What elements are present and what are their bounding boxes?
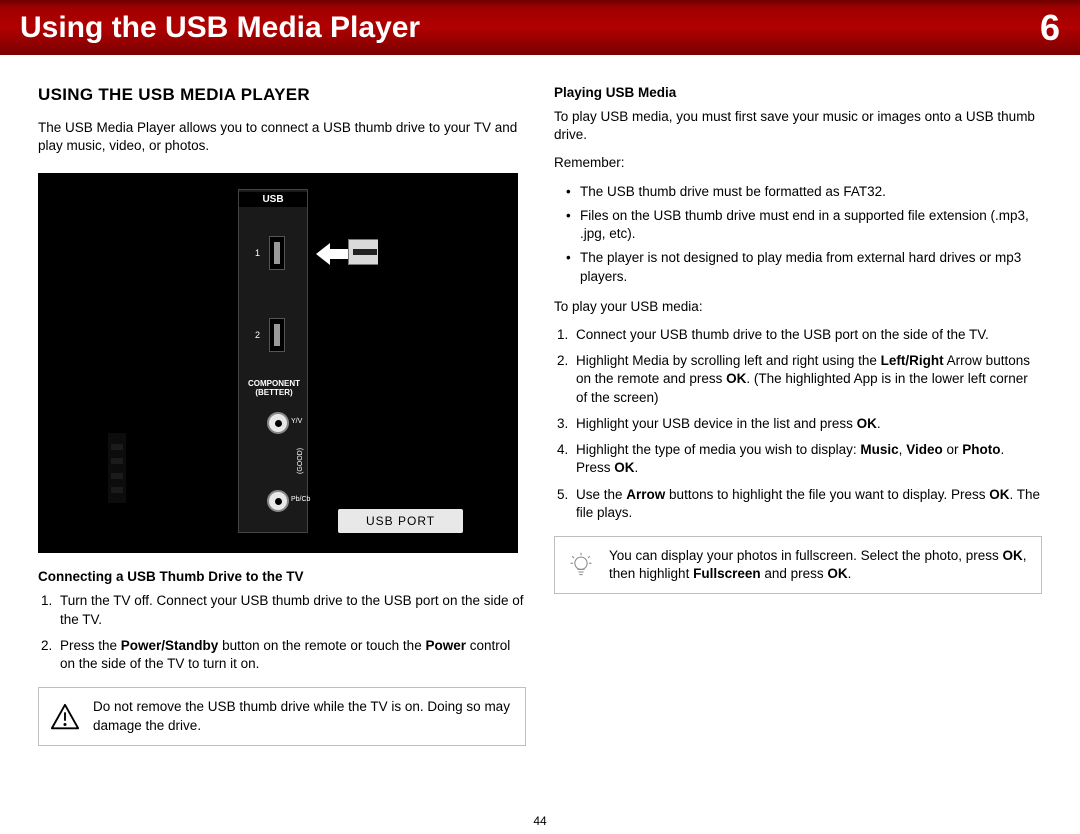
remember-label: Remember:	[554, 154, 1042, 172]
port-number-2: 2	[255, 330, 260, 340]
warning-text: Do not remove the USB thumb drive while …	[93, 699, 510, 732]
usb-port-2-icon	[269, 318, 285, 352]
list-item: Highlight your USB device in the list an…	[572, 415, 1042, 433]
list-item: Turn the TV off. Connect your USB thumb …	[56, 592, 526, 628]
component-jack-y-icon	[267, 412, 289, 434]
arrow-left-icon	[316, 243, 352, 265]
list-item: The USB thumb drive must be formatted as…	[580, 183, 1042, 201]
good-label: (GOOD)	[297, 448, 304, 474]
intro-text: The USB Media Player allows you to conne…	[38, 119, 526, 155]
list-item: Use the Arrow buttons to highlight the f…	[572, 486, 1042, 522]
chapter-number: 6	[1040, 7, 1060, 49]
play-steps: Connect your USB thumb drive to the USB …	[572, 326, 1042, 522]
port-number-1: 1	[255, 248, 260, 258]
tip-text: You can display your photos in fullscree…	[609, 548, 1027, 581]
warning-icon	[49, 701, 81, 733]
warning-callout: Do not remove the USB thumb drive while …	[38, 687, 526, 745]
jack-label-pb: Pb/Cb	[291, 496, 310, 503]
subhead-connecting: Connecting a USB Thumb Drive to the TV	[38, 569, 526, 584]
left-column: USING THE USB MEDIA PLAYER The USB Media…	[38, 85, 526, 746]
page-body: USING THE USB MEDIA PLAYER The USB Media…	[0, 55, 1080, 746]
component-label: COMPONENT(BETTER)	[245, 380, 303, 398]
section-title: USING THE USB MEDIA PLAYER	[38, 85, 526, 105]
list-item: Press the Power/Standby button on the re…	[56, 637, 526, 673]
page-number: 44	[0, 814, 1080, 828]
list-item: Highlight the type of media you wish to …	[572, 441, 1042, 477]
list-item: Files on the USB thumb drive must end in…	[580, 207, 1042, 243]
list-item: The player is not designed to play media…	[580, 249, 1042, 285]
chapter-header: Using the USB Media Player 6	[0, 0, 1080, 55]
jack-label-y: Y/V	[291, 418, 302, 425]
chapter-title: Using the USB Media Player	[20, 11, 420, 45]
usb-port-tag: USB PORT	[338, 509, 463, 533]
remember-list: The USB thumb drive must be formatted as…	[580, 183, 1042, 286]
play-intro: To play USB media, you must first save y…	[554, 108, 1042, 144]
tip-callout: You can display your photos in fullscree…	[554, 536, 1042, 594]
usb-port-1-icon	[269, 236, 285, 270]
subhead-playing: Playing USB Media	[554, 85, 1042, 100]
usb-thumb-drive-icon	[348, 229, 468, 275]
toplay-label: To play your USB media:	[554, 298, 1042, 316]
connect-steps: Turn the TV off. Connect your USB thumb …	[56, 592, 526, 673]
usb-panel-label: USB	[239, 192, 307, 207]
right-column: Playing USB Media To play USB media, you…	[554, 85, 1042, 746]
tv-port-panel: USB 1 2 COMPONENT(BETTER) Y/V (GOOD) Pb/…	[238, 189, 308, 533]
list-item: Connect your USB thumb drive to the USB …	[572, 326, 1042, 344]
list-item: Highlight Media by scrolling left and ri…	[572, 352, 1042, 407]
tv-usb-illustration: USB 1 2 COMPONENT(BETTER) Y/V (GOOD) Pb/…	[38, 173, 518, 553]
component-jack-pb-icon	[267, 490, 289, 512]
tv-side-buttons-icon	[108, 433, 126, 503]
lightbulb-icon	[565, 549, 597, 581]
